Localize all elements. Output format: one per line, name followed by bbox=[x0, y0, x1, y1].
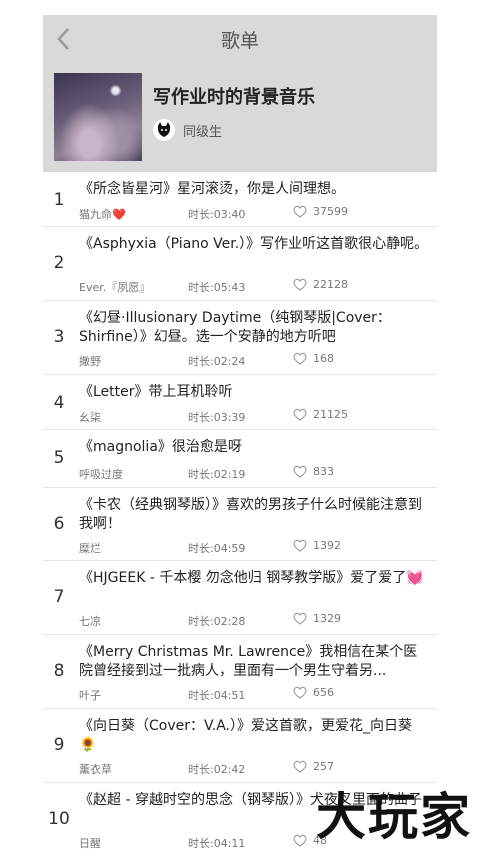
song-index: 3 bbox=[53, 327, 65, 347]
like-control[interactable]: 257 bbox=[293, 760, 334, 773]
song-row[interactable]: 3 《幻昼·Illusionary Daytime（纯钢琴版|Cover：Shi… bbox=[43, 301, 437, 375]
song-index: 6 bbox=[53, 514, 65, 534]
song-duration: 时长:02:28 bbox=[188, 615, 246, 628]
song-artist[interactable]: 糜烂 bbox=[79, 540, 101, 556]
song-artist[interactable]: 幺柒 bbox=[79, 409, 101, 425]
like-count: 22128 bbox=[313, 278, 348, 291]
like-control[interactable]: 21125 bbox=[293, 408, 348, 421]
song-row[interactable]: 9 《向日葵（Cover：V.A.）》爱这首歌，更爱花_向日葵🌻 薰衣草 时长:… bbox=[43, 709, 437, 783]
song-title: 《向日葵（Cover：V.A.）》爱这首歌，更爱花_向日葵🌻 bbox=[79, 718, 412, 753]
song-index: 1 bbox=[53, 190, 65, 210]
like-count: 21125 bbox=[313, 408, 348, 421]
like-count: 833 bbox=[313, 465, 334, 478]
song-duration: 时长:05:43 bbox=[188, 281, 246, 294]
song-list: 1 《所念皆星河》星河滚烫，你是人间理想。 猫九命❤️ 时长:03:40 375… bbox=[43, 172, 437, 863]
playlist-cover-image bbox=[54, 73, 142, 161]
song-title: 《Letter》带上耳机聆听 bbox=[79, 384, 233, 400]
page-title: 歌单 bbox=[220, 30, 259, 52]
song-index: 7 bbox=[53, 587, 65, 607]
song-artist[interactable]: 日醒 bbox=[79, 835, 101, 851]
creator-avatar[interactable] bbox=[153, 119, 175, 141]
song-meta: 糜烂 时长:04:59 1392 bbox=[79, 539, 429, 556]
like-count: 1329 bbox=[313, 612, 341, 625]
song-meta: 七凉 时长:02:28 1329 bbox=[79, 612, 429, 629]
like-count: 257 bbox=[313, 760, 334, 773]
like-control[interactable]: 833 bbox=[293, 465, 334, 478]
song-title: 《HJGEEK - 千本樱 勿念他归 钢琴教学版》爱了爱了💓 bbox=[79, 570, 424, 586]
playlist-name: 写作业时的背景音乐 bbox=[153, 87, 315, 108]
song-row[interactable]: 6 《卡农（经典钢琴版）》喜欢的男孩子什么时候能注意到我啊！ 糜烂 时长:04:… bbox=[43, 488, 437, 561]
like-control[interactable]: 22128 bbox=[293, 278, 348, 291]
like-control[interactable]: 1329 bbox=[293, 612, 341, 625]
song-title: 《卡农（经典钢琴版）》喜欢的男孩子什么时候能注意到我啊！ bbox=[79, 497, 422, 532]
song-duration: 时长:03:39 bbox=[188, 411, 246, 424]
song-meta: 撒野 时长:02:24 168 bbox=[79, 352, 429, 369]
like-control[interactable]: 656 bbox=[293, 686, 334, 699]
song-meta: 薰衣草 时长:02:42 257 bbox=[79, 760, 429, 777]
heart-outline-icon bbox=[293, 205, 307, 218]
creator-name[interactable]: 同级生 bbox=[183, 121, 222, 140]
song-title: 《所念皆星河》星河滚烫，你是人间理想。 bbox=[79, 181, 345, 197]
song-row[interactable]: 7 《HJGEEK - 千本樱 勿念他归 钢琴教学版》爱了爱了💓 七凉 时长:0… bbox=[43, 561, 437, 635]
song-artist[interactable]: 叶子 bbox=[79, 687, 101, 703]
song-row[interactable]: 5 《magnolia》很治愈是呀 呼吸过度 时长:02:19 833 bbox=[43, 430, 437, 488]
song-meta: 叶子 时长:04:51 656 bbox=[79, 686, 429, 703]
song-index: 10 bbox=[48, 809, 70, 829]
song-artist[interactable]: 薰衣草 bbox=[79, 761, 112, 777]
heart-outline-icon bbox=[293, 834, 307, 847]
heart-outline-icon bbox=[293, 278, 307, 291]
song-meta: 幺柒 时长:03:39 21125 bbox=[79, 408, 429, 425]
song-artist[interactable]: 猫九命❤️ bbox=[79, 206, 126, 222]
song-duration: 时长:04:59 bbox=[188, 542, 246, 555]
song-index: 5 bbox=[53, 448, 65, 468]
song-artist[interactable]: Ever.『夙愿』 bbox=[79, 279, 150, 295]
heart-outline-icon bbox=[293, 612, 307, 625]
playlist-header: 歌单 写作业时的背景音乐 同级生 bbox=[43, 15, 437, 172]
heart-outline-icon bbox=[293, 539, 307, 552]
song-title: 《幻昼·Illusionary Daytime（纯钢琴版|Cover：Shirf… bbox=[79, 310, 391, 345]
song-row[interactable]: 1 《所念皆星河》星河滚烫，你是人间理想。 猫九命❤️ 时长:03:40 375… bbox=[43, 172, 437, 227]
heart-outline-icon bbox=[293, 465, 307, 478]
like-control[interactable]: 37599 bbox=[293, 205, 348, 218]
song-index: 8 bbox=[53, 661, 65, 681]
heart-outline-icon bbox=[293, 408, 307, 421]
song-title: 《magnolia》很治愈是呀 bbox=[79, 439, 242, 455]
song-meta: 猫九命❤️ 时长:03:40 37599 bbox=[79, 205, 429, 222]
song-duration: 时长:03:40 bbox=[188, 208, 246, 221]
song-index: 4 bbox=[53, 393, 65, 413]
song-row[interactable]: 8 《Merry Christmas Mr. Lawrence》我相信在某个医院… bbox=[43, 635, 437, 709]
song-duration: 时长:04:11 bbox=[188, 837, 246, 850]
song-artist[interactable]: 撒野 bbox=[79, 353, 101, 369]
song-index: 2 bbox=[53, 253, 65, 273]
song-duration: 时长:02:24 bbox=[188, 355, 246, 368]
like-count: 1392 bbox=[313, 539, 341, 552]
heart-outline-icon bbox=[293, 352, 307, 365]
song-row[interactable]: 2 《Asphyxia（Piano Ver.）》写作业听这首歌很心静呢。 Eve… bbox=[43, 227, 437, 301]
song-row[interactable]: 4 《Letter》带上耳机聆听 幺柒 时长:03:39 21125 bbox=[43, 375, 437, 430]
song-title: 《Asphyxia（Piano Ver.）》写作业听这首歌很心静呢。 bbox=[79, 236, 429, 252]
heart-outline-icon bbox=[293, 686, 307, 699]
like-count: 656 bbox=[313, 686, 334, 699]
song-title: 《Merry Christmas Mr. Lawrence》我相信在某个医院曾经… bbox=[79, 644, 418, 679]
like-count: 168 bbox=[313, 352, 334, 365]
song-index: 9 bbox=[53, 735, 65, 755]
song-artist[interactable]: 呼吸过度 bbox=[79, 466, 123, 482]
watermark-logo: 大玩家 bbox=[316, 788, 472, 846]
like-control[interactable]: 1392 bbox=[293, 539, 341, 552]
song-duration: 时长:02:19 bbox=[188, 468, 246, 481]
like-control[interactable]: 168 bbox=[293, 352, 334, 365]
like-count: 37599 bbox=[313, 205, 348, 218]
song-duration: 时长:02:42 bbox=[188, 763, 246, 776]
song-duration: 时长:04:51 bbox=[188, 689, 246, 702]
heart-outline-icon bbox=[293, 760, 307, 773]
song-meta: 呼吸过度 时长:02:19 833 bbox=[79, 465, 429, 482]
song-artist[interactable]: 七凉 bbox=[79, 613, 101, 629]
song-meta: Ever.『夙愿』 时长:05:43 22128 bbox=[79, 278, 429, 295]
